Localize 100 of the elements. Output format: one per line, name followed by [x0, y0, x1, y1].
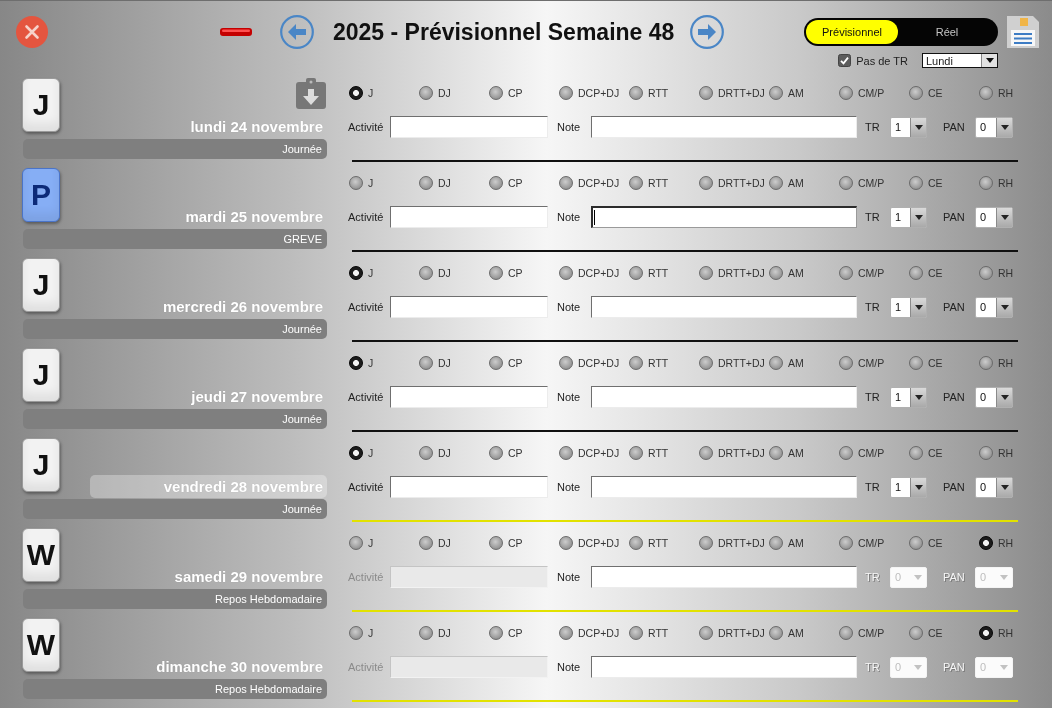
absence-type-radio[interactable]: J [348, 356, 374, 370]
absence-type-radio[interactable]: CM/P [838, 536, 885, 550]
absence-type-radio[interactable]: DRTT+DJ [698, 176, 765, 190]
note-field[interactable] [591, 386, 857, 408]
day-letter-badge[interactable]: W [22, 618, 60, 672]
note-field[interactable] [591, 206, 857, 228]
pan-dropdown[interactable]: 0 [975, 296, 1013, 318]
absence-type-radio[interactable]: RH [978, 176, 1014, 190]
absence-type-radio[interactable]: AM [768, 86, 804, 100]
absence-type-radio[interactable]: DRTT+DJ [698, 626, 765, 640]
absence-type-radio[interactable]: CM/P [838, 86, 885, 100]
absence-type-radio[interactable]: DCP+DJ [558, 176, 620, 190]
day-letter-badge[interactable]: J [22, 78, 60, 132]
absence-type-radio[interactable]: RH [978, 266, 1014, 280]
absence-type-radio[interactable]: RH [978, 536, 1014, 550]
pan-dropdown[interactable]: 0 [975, 206, 1013, 228]
absence-type-radio[interactable]: RH [978, 626, 1014, 640]
activity-field[interactable] [390, 206, 548, 228]
absence-type-radio[interactable]: CP [488, 86, 523, 100]
absence-type-radio[interactable]: AM [768, 176, 804, 190]
absence-type-radio[interactable]: AM [768, 446, 804, 460]
absence-type-radio[interactable]: RTT [628, 626, 669, 640]
absence-type-radio[interactable]: CP [488, 446, 523, 460]
absence-type-radio[interactable]: J [348, 626, 374, 640]
pan-dropdown[interactable]: 0 [975, 476, 1013, 498]
absence-type-radio[interactable]: AM [768, 626, 804, 640]
absence-type-radio[interactable]: RTT [628, 266, 669, 280]
absence-type-radio[interactable]: CM/P [838, 176, 885, 190]
absence-type-radio[interactable]: CP [488, 356, 523, 370]
day-letter-badge[interactable]: J [22, 258, 60, 312]
day-letter-badge[interactable]: J [22, 438, 60, 492]
save-icon[interactable] [1006, 15, 1040, 49]
absence-type-radio[interactable]: CE [908, 446, 943, 460]
absence-type-radio[interactable]: DRTT+DJ [698, 356, 765, 370]
absence-type-radio[interactable]: DCP+DJ [558, 446, 620, 460]
absence-type-radio[interactable]: CM/P [838, 266, 885, 280]
mode-tab[interactable]: Prévisionnel [806, 20, 898, 44]
absence-type-radio[interactable]: DJ [418, 176, 451, 190]
clipboard-arrow-icon[interactable] [296, 78, 326, 109]
activity-field[interactable] [390, 476, 548, 498]
mode-tab[interactable]: Réel [898, 20, 996, 44]
note-field[interactable] [591, 296, 857, 318]
note-field[interactable] [591, 566, 857, 588]
absence-type-radio[interactable]: CE [908, 356, 943, 370]
absence-type-radio[interactable]: RTT [628, 446, 669, 460]
absence-type-radio[interactable]: DJ [418, 446, 451, 460]
day-letter-badge[interactable]: P [22, 168, 60, 222]
activity-field[interactable] [390, 386, 548, 408]
absence-type-radio[interactable]: DCP+DJ [558, 626, 620, 640]
absence-type-radio[interactable]: J [348, 176, 374, 190]
absence-type-radio[interactable]: CM/P [838, 356, 885, 370]
absence-type-radio[interactable]: DRTT+DJ [698, 86, 765, 100]
note-field[interactable] [591, 476, 857, 498]
absence-type-radio[interactable]: DRTT+DJ [698, 536, 765, 550]
tr-dropdown[interactable]: 1 [890, 386, 927, 408]
absence-type-radio[interactable]: DCP+DJ [558, 356, 620, 370]
absence-type-radio[interactable]: CE [908, 626, 943, 640]
absence-type-radio[interactable]: DJ [418, 356, 451, 370]
absence-type-radio[interactable]: DJ [418, 266, 451, 280]
absence-type-radio[interactable]: AM [768, 536, 804, 550]
absence-type-radio[interactable]: CM/P [838, 446, 885, 460]
start-day-dropdown[interactable]: Lundi [922, 53, 998, 68]
absence-type-radio[interactable]: RTT [628, 86, 669, 100]
absence-type-radio[interactable]: AM [768, 356, 804, 370]
absence-type-radio[interactable]: J [348, 86, 374, 100]
absence-type-radio[interactable]: CP [488, 536, 523, 550]
absence-type-radio[interactable]: CP [488, 626, 523, 640]
absence-type-radio[interactable]: RTT [628, 536, 669, 550]
arrow-right-icon[interactable] [690, 15, 725, 49]
absence-type-radio[interactable]: CE [908, 536, 943, 550]
activity-field[interactable] [390, 296, 548, 318]
absence-type-radio[interactable]: RH [978, 86, 1014, 100]
pan-dropdown[interactable]: 0 [975, 386, 1013, 408]
absence-type-radio[interactable]: DJ [418, 536, 451, 550]
absence-type-radio[interactable]: CP [488, 176, 523, 190]
tr-dropdown[interactable]: 1 [890, 296, 927, 318]
tr-dropdown[interactable]: 1 [890, 206, 927, 228]
tr-dropdown[interactable]: 1 [890, 116, 927, 138]
day-letter-badge[interactable]: W [22, 528, 60, 582]
absence-type-radio[interactable]: AM [768, 266, 804, 280]
absence-type-radio[interactable]: DCP+DJ [558, 536, 620, 550]
absence-type-radio[interactable]: CE [908, 176, 943, 190]
note-field[interactable] [591, 116, 857, 138]
absence-type-radio[interactable]: DJ [418, 626, 451, 640]
absence-type-radio[interactable]: DCP+DJ [558, 86, 620, 100]
pan-dropdown[interactable]: 0 [975, 116, 1013, 138]
absence-type-radio[interactable]: DCP+DJ [558, 266, 620, 280]
absence-type-radio[interactable]: J [348, 446, 374, 460]
absence-type-radio[interactable]: J [348, 266, 374, 280]
close-icon[interactable] [16, 16, 48, 48]
absence-type-radio[interactable]: J [348, 536, 374, 550]
absence-type-radio[interactable]: DRTT+DJ [698, 446, 765, 460]
absence-type-radio[interactable]: DRTT+DJ [698, 266, 765, 280]
absence-type-radio[interactable]: CP [488, 266, 523, 280]
absence-type-radio[interactable]: CE [908, 86, 943, 100]
activity-field[interactable] [390, 116, 548, 138]
absence-type-radio[interactable]: CM/P [838, 626, 885, 640]
day-letter-badge[interactable]: J [22, 348, 60, 402]
absence-type-radio[interactable]: RTT [628, 176, 669, 190]
tr-dropdown[interactable]: 1 [890, 476, 927, 498]
